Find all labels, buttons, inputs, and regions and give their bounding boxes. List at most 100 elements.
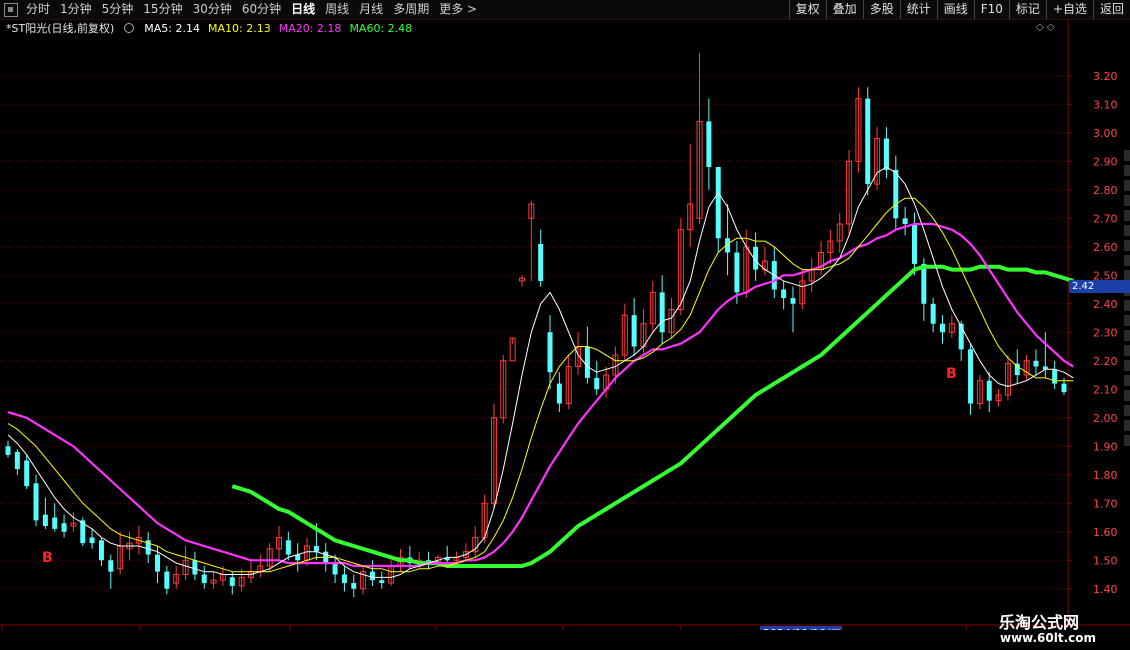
candle-down [911, 223, 917, 264]
f10-button[interactable]: F10 [973, 0, 1009, 19]
price-tick-label: 1.70 [1093, 497, 1118, 510]
candle-down [192, 560, 198, 575]
draw-line-button[interactable]: 画线 [936, 0, 974, 19]
back-button[interactable]: 返回 [1092, 0, 1130, 19]
price-tick-label: 3.20 [1093, 70, 1118, 83]
candle-down [781, 289, 787, 299]
current-price-tag: 2.42 [1069, 280, 1130, 293]
side-panel-strip [1124, 420, 1130, 431]
price-tick-label: 2.10 [1093, 383, 1118, 396]
candle-down [930, 303, 936, 324]
candle-down [155, 554, 161, 572]
candle-down [369, 571, 375, 581]
side-panel-strip [1124, 375, 1130, 386]
tab-more[interactable]: 更多 > [434, 0, 482, 19]
tab-intraday[interactable]: 分时 [21, 0, 55, 19]
panel-toggle-icon[interactable] [4, 2, 18, 17]
candle-down [1033, 360, 1039, 367]
period-tabs: 分时 1分钟 5分钟 15分钟 30分钟 60分钟 日线 周线 月线 多周期 更… [4, 0, 482, 19]
candle-down [1061, 383, 1067, 393]
candle-down [706, 121, 712, 167]
tab-30min[interactable]: 30分钟 [188, 0, 237, 19]
candle-down [229, 577, 235, 586]
price-tick-label: 2.40 [1093, 298, 1118, 311]
buy-marker: B [42, 550, 53, 566]
adjust-button[interactable]: 复权 [788, 0, 826, 19]
price-tick-label: 1.60 [1093, 526, 1118, 539]
tab-60min[interactable]: 60分钟 [237, 0, 286, 19]
top-toolbar: 分时 1分钟 5分钟 15分钟 30分钟 60分钟 日线 周线 月线 多周期 更… [0, 0, 1130, 20]
overlay-button[interactable]: 叠加 [825, 0, 863, 19]
buy-marker: B [946, 366, 957, 382]
candle-down [659, 292, 665, 333]
candle-down [893, 169, 899, 219]
kline-chart[interactable]: 3.203.103.002.902.802.702.602.502.402.30… [0, 20, 1130, 630]
price-tick-label: 1.40 [1093, 583, 1118, 596]
candle-down [108, 560, 114, 572]
side-panel-strip [1124, 225, 1130, 236]
candle-down [313, 546, 319, 552]
tab-5min[interactable]: 5分钟 [97, 0, 139, 19]
statistics-button[interactable]: 统计 [899, 0, 937, 19]
candle-down [24, 460, 30, 487]
price-tick-label: 2.30 [1093, 326, 1118, 339]
side-panel-strip [1124, 405, 1130, 416]
multi-stock-button[interactable]: 多股 [862, 0, 900, 19]
price-tick-label: 3.00 [1093, 127, 1118, 140]
candle-down [14, 451, 20, 470]
price-tick-label: 1.80 [1093, 469, 1118, 482]
candle-down [631, 315, 637, 347]
candle-down [42, 514, 48, 527]
side-panel-strip [1124, 165, 1130, 176]
candle-down [594, 377, 600, 390]
tab-15min[interactable]: 15分钟 [138, 0, 187, 19]
side-panel-strip [1124, 150, 1130, 161]
tab-weekly[interactable]: 周线 [320, 0, 354, 19]
candle-down [201, 574, 207, 584]
price-tick-label: 2.80 [1093, 184, 1118, 197]
side-panel-strip [1124, 315, 1130, 326]
side-panel-strip [1124, 195, 1130, 206]
tab-multi-period[interactable]: 多周期 [388, 0, 434, 19]
add-watchlist-button[interactable]: +自选 [1045, 0, 1093, 19]
candle-down [790, 298, 796, 304]
candle-down [1052, 369, 1058, 384]
candle-down [556, 383, 562, 404]
side-panel-strip [1124, 240, 1130, 251]
side-panel-strip [1124, 210, 1130, 221]
candle-down [968, 349, 974, 404]
candle-down [865, 98, 871, 185]
side-panel-strip [1124, 390, 1130, 401]
price-tick-label: 2.90 [1093, 155, 1118, 168]
candle-down [921, 263, 927, 304]
candle-down [538, 243, 544, 281]
candle-down [164, 571, 170, 589]
price-tick-label: 1.50 [1093, 554, 1118, 567]
watermark-url: www.60lt.com [1000, 631, 1097, 645]
tab-1min[interactable]: 1分钟 [55, 0, 97, 19]
candle-down [715, 166, 721, 239]
date-cursor-label: 2024/11/19/二 [763, 627, 841, 630]
candle-down [379, 580, 385, 584]
candle-down [61, 523, 67, 532]
tab-monthly[interactable]: 月线 [354, 0, 388, 19]
candle-down [734, 252, 740, 293]
candle-down [98, 540, 104, 561]
side-panel-strip [1124, 435, 1130, 446]
tab-daily[interactable]: 日线 [286, 0, 320, 19]
candle-down [986, 380, 992, 401]
toolbar-actions: 复权 叠加 多股 统计 画线 F10 标记 +自选 返回 [788, 0, 1130, 19]
price-tick-label: 3.10 [1093, 98, 1118, 111]
mark-button[interactable]: 标记 [1008, 0, 1046, 19]
side-panel-strip [1124, 330, 1130, 341]
side-panel-strip [1124, 255, 1130, 266]
candle-down [883, 138, 889, 170]
price-tick-label: 2.00 [1093, 412, 1118, 425]
price-tick-label: 2.20 [1093, 355, 1118, 368]
watermark-title: 乐淘公式网 [999, 613, 1080, 632]
candle-down [902, 218, 908, 224]
candle-down [33, 483, 39, 521]
side-panel-strip [1124, 180, 1130, 191]
candle-down [89, 537, 95, 544]
candle-down [341, 574, 347, 584]
